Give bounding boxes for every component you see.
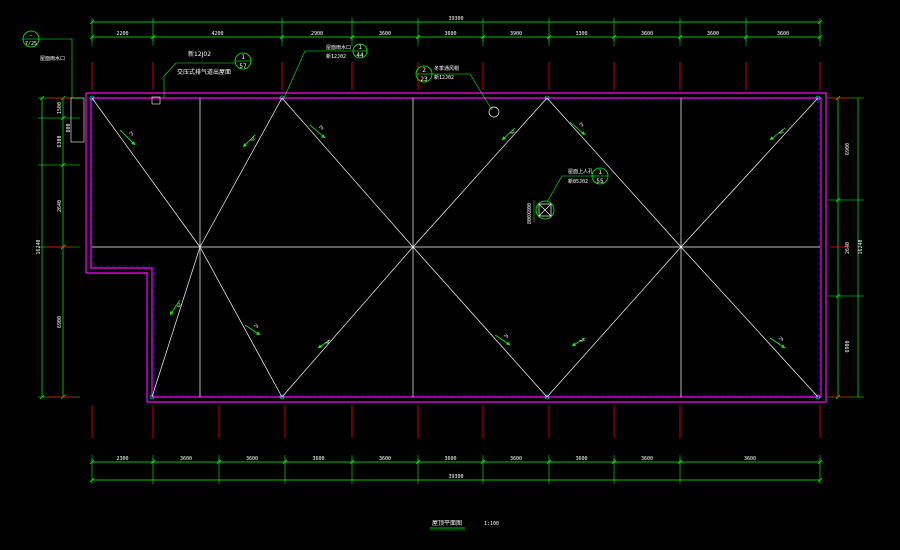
slope-label: 2% <box>128 130 135 137</box>
left-segment-label: 6900 <box>57 316 63 328</box>
corner-note: 屋面雨水口 <box>40 55 65 62</box>
bottom-dim-overall-label: 39300 <box>448 474 463 480</box>
drawing-title: 屋顶平面图 <box>432 520 462 527</box>
bottom-dim-segment-label: 3600 <box>575 456 587 462</box>
top-dim-segment-label: 3600 <box>379 31 391 37</box>
corner-ref-leader <box>39 38 82 99</box>
roof-plan-drawing: 2200 4200 2900 3600 3600 3900 3300 3600 3600 3600… <box>22 16 864 531</box>
vent-outlet-label: 交压式排气道出屋面 <box>177 68 231 76</box>
corner-ref-top: — <box>29 33 33 39</box>
slope-label: 2% <box>253 322 260 329</box>
hatch-label: 屋面上人孔 <box>568 168 593 175</box>
valley-diagonal <box>91 97 201 248</box>
left-segment-label: 2640 <box>57 200 63 212</box>
slope-arrowhead <box>170 311 174 315</box>
vent-outlet-ref-num: 1 <box>241 54 245 61</box>
bottom-dim-segment-label: 2300 <box>116 456 128 462</box>
top-dim-segment-label: 3600 <box>707 31 719 37</box>
vent-outlet-ref-page: 57 <box>239 63 247 70</box>
valley-diagonal <box>680 246 819 398</box>
bottom-dim-segment-label: 3600 <box>312 456 324 462</box>
roof-outline <box>70 92 827 403</box>
vent-pipe-std: 新12J02 <box>434 74 454 81</box>
vent-pipe-ref-page: 23 <box>420 76 428 83</box>
valley-diagonal <box>281 246 414 398</box>
valley-diagonal <box>151 246 201 398</box>
hatch-ref-num: 1 <box>598 169 602 176</box>
slope-arrowhead <box>781 344 785 348</box>
slope-label: 2% <box>176 302 183 309</box>
valley-diagonal <box>680 97 819 248</box>
corner-ref-bottom: 7/25 <box>25 41 37 47</box>
slope-arrowhead <box>506 341 510 345</box>
bottom-dim-segment-label: 3600 <box>744 456 756 462</box>
right-segment-label: 2640 <box>845 242 851 254</box>
slope-label: 2% <box>324 339 331 346</box>
top-dim-segment-label: 3600 <box>444 31 456 37</box>
roof-drain-std: 新12J02 <box>326 53 346 60</box>
roof-edge-dashed <box>92 99 820 396</box>
bottom-dim-segment-label: 3600 <box>444 456 456 462</box>
roof-drain-label: 屋面雨水口 <box>326 44 351 51</box>
vent-pipe-symbol <box>488 106 500 118</box>
dimension-lines: 2200 4200 2900 3600 3600 3900 3300 3600 3600 3600… <box>36 16 864 484</box>
top-dim-overall-label: 39300 <box>448 16 463 22</box>
slope-label: 2% <box>318 124 325 131</box>
axis-ticks <box>48 62 850 438</box>
right-segment-label: 6900 <box>845 143 851 155</box>
valley-diagonal <box>546 246 682 398</box>
slope-label: 2% <box>509 129 516 136</box>
slope-arrows: 2%2%2%2%2%2%2%2%2%2%2% 2% <box>119 121 786 349</box>
roof-ridge-lines <box>89 95 821 400</box>
valley-diagonal <box>199 246 283 398</box>
slope-label: 2% <box>578 121 585 128</box>
roof-drain-ref-num: 1 <box>358 44 362 51</box>
top-dim-segment-label: 3600 <box>641 31 653 37</box>
bottom-dim-segment-label: 3600 <box>510 456 522 462</box>
top-dim-segment-label: 3900 <box>510 31 522 37</box>
valley-diagonal <box>412 246 548 398</box>
parapet-outer <box>85 92 827 403</box>
top-dim-segment-label: 4200 <box>211 31 223 37</box>
top-dim-segment-label: 3600 <box>777 31 789 37</box>
hatch-size: 800X800 <box>527 203 533 224</box>
vent-outlet-std: 新12J02 <box>188 50 211 58</box>
slope-label: 2% <box>578 337 585 344</box>
left-overall-label: 16240 <box>36 239 42 254</box>
top-dim-segment-label: 2200 <box>116 31 128 37</box>
hatch-ref-page: 55 <box>596 178 604 185</box>
top-dim-segment-label: 2900 <box>311 31 323 37</box>
slope-label: 2% <box>778 335 785 342</box>
bottom-dim-segment-label: 3600 <box>180 456 192 462</box>
valley-diagonal <box>281 97 414 248</box>
left-segment-label: 1500 <box>57 102 63 114</box>
bottom-dim-segment-label: 3600 <box>379 456 391 462</box>
left-segment-label: 6300 <box>57 135 63 147</box>
right-overall-label: 16240 <box>858 239 864 254</box>
vent-pipe-ref-num: 2 <box>422 67 426 74</box>
valley-diagonal <box>199 97 283 248</box>
right-segment-label: 6900 <box>845 340 851 352</box>
bottom-dim-segment-label: 3600 <box>641 456 653 462</box>
slope-label: 2% <box>249 136 256 143</box>
vent-pipe-label: 冬季通风帽 <box>434 65 459 72</box>
left-wall-detail <box>70 97 85 143</box>
top-dim-segment-label: 3300 <box>575 31 587 37</box>
hatch-std: 新05J02 <box>568 178 588 185</box>
drawing-scale: 1:100 <box>484 521 499 527</box>
bottom-dim-segment-label: 3600 <box>246 456 258 462</box>
slope-arrowhead <box>318 344 322 348</box>
slope-arrowhead <box>256 331 260 335</box>
slope-label: 2% <box>503 332 510 339</box>
roof-drain-ref-page: 44 <box>356 52 364 59</box>
